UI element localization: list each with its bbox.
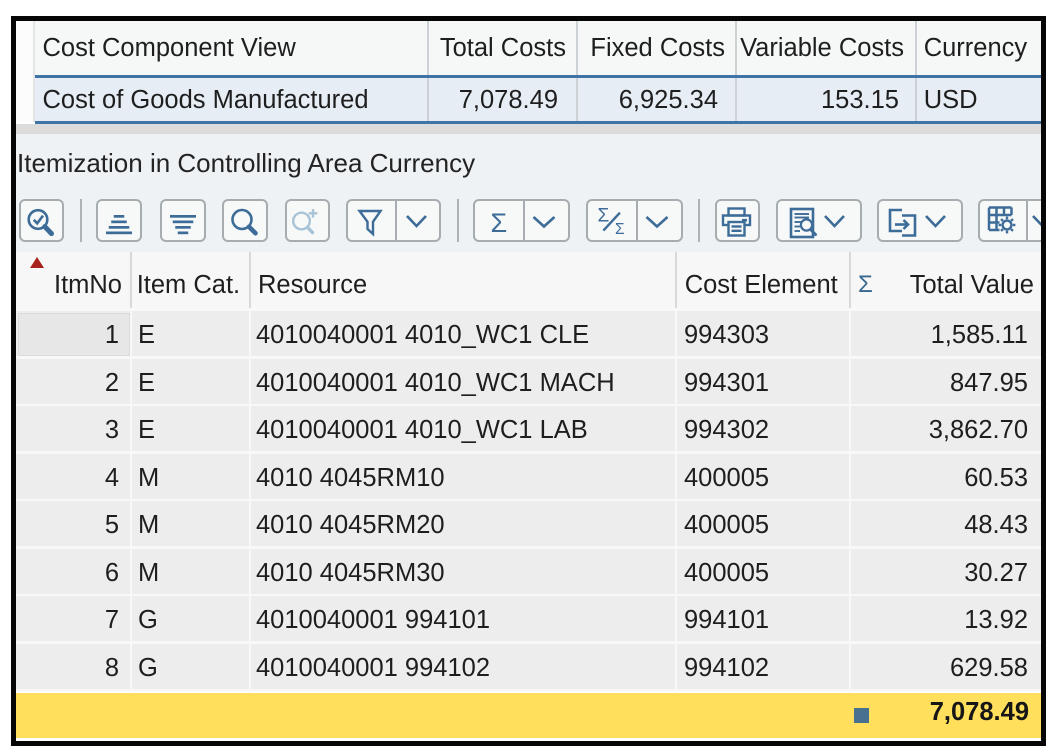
- svg-text:Σ: Σ: [615, 221, 625, 238]
- svg-text:Σ: Σ: [598, 206, 610, 227]
- svg-text:Σ: Σ: [491, 208, 508, 238]
